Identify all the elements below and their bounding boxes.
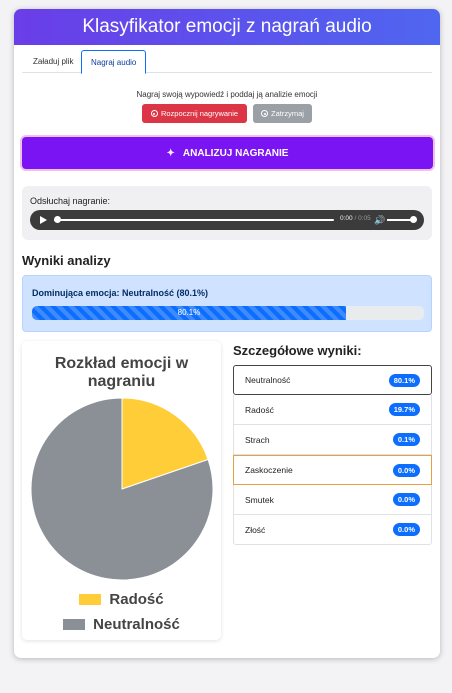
emotion-label: Radość [245,404,274,415]
list-item[interactable]: Strach 0.1% [233,425,432,455]
emotion-label: Strach [245,434,270,445]
legend-swatch [79,594,102,605]
current-time: 0:00 [340,215,353,222]
record-hint: Nagraj swoją wypowiedź i poddaj ją anali… [136,90,318,99]
duration: 0:05 [358,215,371,222]
volume-icon[interactable]: 🔊 [374,215,385,225]
list-item[interactable]: Radość 19.7% [233,395,432,425]
seek-handle[interactable] [54,216,61,223]
legend-swatch [63,619,86,630]
emotion-value-badge: 0.0% [392,523,420,536]
record-icon [150,110,158,117]
list-item[interactable]: Smutek 0.0% [233,485,432,515]
emotion-value-badge: 0.0% [392,463,420,477]
legend-item-neutralnosc: Neutralność [22,616,221,633]
list-item[interactable]: Złość 0.0% [233,515,432,545]
dominant-progress: 80.1% [32,306,424,320]
analyze-button-label: ANALIZUJ NAGRANIE [182,147,289,159]
results-heading: Wyniki analizy [22,253,111,268]
playback-section: Odsłuchaj nagranie: 0:00 / 0:05 🔊 [22,186,432,240]
emotion-value-badge: 0.0% [392,493,420,506]
emotion-value-badge: 19.7% [388,403,420,416]
legend-item-radosc: Radość [22,591,221,608]
page-title: Klasyfikator emocji z nagrań audio [14,9,440,45]
analyze-recording-button[interactable]: ✦ ANALIZUJ NAGRANIE [22,137,433,169]
emotion-label: Neutralność [245,375,291,385]
play-icon[interactable] [40,216,47,224]
dominant-emotion-alert: Dominująca emocja: Neutralność (80.1%) 8… [22,275,432,332]
stop-recording-button[interactable]: Zatrzymaj [253,104,312,123]
volume-handle[interactable] [410,216,417,223]
emotion-label: Smutek [245,494,274,505]
tab-bar: Załaduj plik Nagraj audio [22,50,432,74]
tab-record-audio[interactable]: Nagraj audio [81,50,147,74]
emotion-label: Zaskoczenie [245,465,293,475]
emotion-value-badge: 0.1% [392,433,420,446]
legend-label: Radość [109,591,164,608]
sparkle-icon: ✦ [166,147,175,159]
list-item[interactable]: Neutralność 80.1% [233,365,432,395]
details-heading: Szczegółowe wyniki: [233,343,362,358]
seek-bar[interactable] [54,219,334,221]
emotion-value-badge: 80.1% [388,373,420,387]
playback-time: 0:00 / 0:05 [340,215,371,222]
emotion-label: Złość [245,524,266,535]
dominant-progress-bar: 80.1% [32,306,346,320]
start-recording-button[interactable]: Rozpocznij nagrywanie [142,104,247,123]
list-item[interactable]: Zaskoczenie 0.0% [233,455,432,485]
stop-icon [261,110,269,117]
audio-player: 0:00 / 0:05 🔊 [30,210,424,230]
legend-label: Neutralność [93,616,180,633]
start-recording-label: Rozpocznij nagrywanie [160,109,239,118]
tab-upload-file[interactable]: Załaduj plik [24,50,82,73]
emotion-chart-card: Rozkład emocji w nagraniu Radość Neutral… [22,341,221,640]
app-card: Klasyfikator emocji z nagrań audio Załad… [14,9,440,658]
stop-recording-label: Zatrzymaj [271,109,304,118]
dominant-emotion-text: Dominująca emocja: Neutralność (80.1%) [32,288,209,298]
playback-label: Odsłuchaj nagranie: [30,196,111,206]
details-list: Neutralność 80.1% Radość 19.7% Strach 0.… [233,365,432,545]
